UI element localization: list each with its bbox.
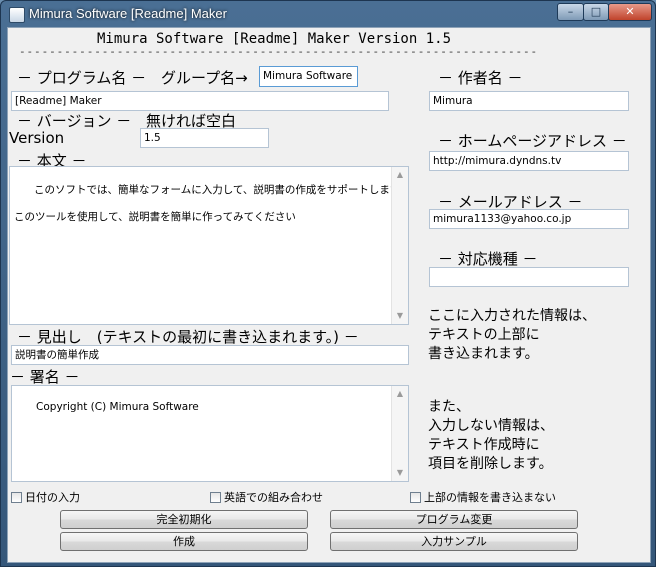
- signature-scrollbar[interactable]: ▲ ▼: [391, 386, 408, 481]
- body-text: このソフトでは、簡単なフォームに入力して、説明書の作成をサポートします このツー…: [14, 184, 401, 223]
- program-name-input[interactable]: [Readme] Maker: [11, 91, 389, 111]
- maximize-button[interactable]: □: [583, 3, 609, 21]
- minimize-button[interactable]: –: [557, 3, 584, 21]
- app-window: Mimura Software [Readme] Maker – □ ✕ Mim…: [0, 0, 656, 567]
- version-label: － バージョン －: [17, 112, 132, 130]
- header-divider: ----------------------------------------…: [19, 45, 539, 58]
- scroll-up-arrow-icon[interactable]: ▲: [392, 387, 408, 401]
- info-top-text: ここに入力された情報は、 テキストの上部に 書き込まれます。: [428, 308, 596, 362]
- checkbox-box[interactable]: [410, 491, 421, 503]
- no-top-info-checkbox-label: 上部の情報を書き込まない: [424, 491, 556, 504]
- signature-textarea[interactable]: Copyright (C) Mimura Software ▲ ▼: [11, 385, 409, 482]
- title-bar[interactable]: Mimura Software [Readme] Maker – □ ✕: [1, 1, 655, 27]
- reset-all-button[interactable]: 完全初期化: [60, 510, 308, 529]
- program-change-button[interactable]: プログラム変更: [330, 510, 578, 529]
- group-name-input[interactable]: Mimura Software: [259, 66, 358, 87]
- english-checkbox[interactable]: 英語での組み合わせ: [210, 489, 323, 505]
- english-checkbox-label: 英語での組み合わせ: [224, 491, 323, 504]
- heading-label: － 見出し (テキストの最初に書き込まれます。) －: [17, 328, 359, 346]
- version-prefix: Version: [9, 129, 65, 147]
- form-client-area: Mimura Software [Readme] Maker Version 1…: [7, 27, 651, 563]
- date-checkbox[interactable]: 日付の入力: [11, 489, 80, 505]
- signature-label: － 署名 －: [10, 368, 80, 386]
- author-input[interactable]: Mimura: [429, 91, 629, 111]
- window-title: Mimura Software [Readme] Maker: [29, 6, 227, 21]
- scroll-up-arrow-icon[interactable]: ▲: [392, 168, 408, 182]
- email-input[interactable]: mimura1133@yahoo.co.jp: [429, 209, 629, 229]
- signature-text: Copyright (C) Mimura Software: [36, 401, 199, 413]
- author-label: － 作者名 －: [438, 69, 523, 87]
- checkbox-box[interactable]: [11, 491, 22, 503]
- platform-label: － 対応機種 －: [438, 250, 538, 268]
- checkbox-box[interactable]: [210, 491, 221, 503]
- program-name-label: － プログラム名 －: [17, 69, 147, 87]
- date-checkbox-label: 日付の入力: [25, 491, 80, 504]
- heading-input[interactable]: 説明書の簡単作成: [11, 345, 409, 365]
- version-input[interactable]: 1.5: [140, 128, 269, 148]
- scroll-down-arrow-icon[interactable]: ▼: [392, 309, 408, 323]
- no-top-info-checkbox[interactable]: 上部の情報を書き込まない: [410, 489, 556, 505]
- group-name-label: グループ名→: [161, 69, 248, 87]
- homepage-input[interactable]: http://mimura.dyndns.tv: [429, 151, 629, 171]
- scroll-down-arrow-icon[interactable]: ▼: [392, 466, 408, 480]
- body-textarea[interactable]: このソフトでは、簡単なフォームに入力して、説明書の作成をサポートします このツー…: [9, 166, 409, 325]
- close-button[interactable]: ✕: [608, 3, 652, 21]
- app-icon: [9, 7, 25, 23]
- info-bottom-text: また、 入力しない情報は、 テキスト作成時に 項目を削除します。: [428, 399, 554, 472]
- create-button[interactable]: 作成: [60, 532, 308, 551]
- input-sample-button[interactable]: 入力サンプル: [330, 532, 578, 551]
- body-scrollbar[interactable]: ▲ ▼: [391, 167, 408, 324]
- platform-input[interactable]: [429, 267, 629, 287]
- homepage-label: － ホームページアドレス －: [438, 132, 627, 150]
